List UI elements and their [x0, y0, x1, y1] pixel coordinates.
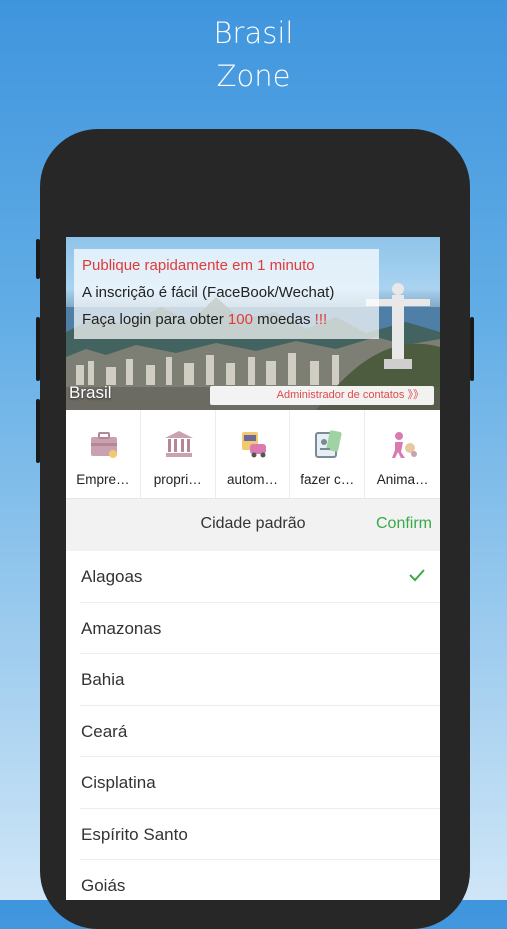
banner-line3-suffix: moedas — [252, 311, 315, 328]
banner-line3: Faça login para obter 100 moedas !!! — [82, 311, 327, 328]
checkmark-icon — [409, 569, 425, 582]
id-card-icon — [315, 430, 342, 458]
banner-coin-count: 100 — [227, 311, 253, 328]
category-item[interactable]: autom… — [216, 410, 291, 498]
category-label: Anima… — [376, 472, 429, 487]
promo-title-line1: Brasil — [213, 16, 294, 50]
phone-side-button — [36, 317, 40, 381]
banner-line3-exclamation: !!! — [314, 311, 328, 328]
city-option[interactable]: Alagoas — [80, 551, 440, 603]
city-picker-header: Cidade padrão Confirm — [66, 499, 440, 551]
phone-side-button — [36, 399, 40, 463]
promo-title-line2: Zone — [216, 59, 291, 93]
banner-line2: A inscrição é fácil (FaceBook/Wechat) — [82, 284, 335, 301]
category-label: propri… — [153, 472, 202, 487]
category-item[interactable]: fazer c… — [290, 410, 366, 498]
briefcase-icon — [91, 432, 117, 458]
city-option[interactable]: Ceará — [80, 706, 440, 757]
city-option[interactable]: Amazonas — [80, 603, 440, 654]
city-option-label: Amazonas — [81, 618, 162, 638]
city-option-label: Ceará — [81, 721, 128, 741]
category-label: Empre… — [76, 472, 130, 487]
promo-title: Brasil Zone — [0, 12, 507, 98]
category-label: autom… — [226, 472, 278, 487]
category-label: fazer c… — [300, 472, 355, 487]
city-option[interactable]: Bahia — [80, 654, 440, 706]
city-option-label: Goiás — [81, 876, 126, 895]
city-option-label: Bahia — [81, 670, 125, 689]
app-screen: Publique rapidamente em 1 minuto A inscr… — [66, 237, 440, 900]
banner-textbox: Publique rapidamente em 1 minuto A inscr… — [74, 249, 379, 339]
city-option-label: Cisplatina — [81, 773, 156, 792]
category-bar: Empre… propri… autom… fazer c… Anima… — [66, 410, 440, 499]
banner[interactable]: Publique rapidamente em 1 minuto A inscr… — [66, 237, 440, 410]
city-option[interactable]: Espírito Santo — [80, 809, 440, 860]
admin-contacts-link[interactable]: Administrador de contatos 》》 — [210, 386, 434, 405]
category-item[interactable]: Empre… — [66, 410, 141, 498]
city-list: Alagoas Amazonas Bahia Ceará Cisplatina … — [66, 551, 440, 900]
car-icon — [241, 432, 266, 458]
building-icon — [164, 431, 193, 457]
city-option[interactable]: Goiás — [80, 860, 440, 900]
pet-icon — [392, 432, 418, 458]
confirm-button[interactable]: Confirm — [376, 515, 432, 533]
phone-side-button — [470, 317, 474, 381]
city-option[interactable]: Cisplatina — [80, 757, 440, 809]
banner-country-label: Brasil — [69, 383, 112, 402]
phone-side-button — [36, 239, 40, 279]
category-item[interactable]: Anima… — [365, 410, 440, 498]
banner-line1: Publique rapidamente em 1 minuto — [82, 257, 315, 274]
category-item[interactable]: propri… — [141, 410, 216, 498]
city-option-label: Alagoas — [81, 567, 143, 586]
banner-line3-prefix: Faça login para obter — [82, 311, 228, 328]
city-option-label: Espírito Santo — [81, 824, 188, 844]
